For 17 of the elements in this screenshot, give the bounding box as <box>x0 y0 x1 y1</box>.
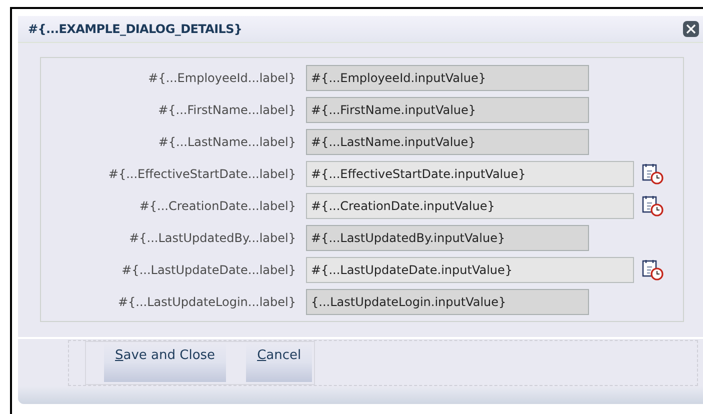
calendar-clock-icon[interactable] <box>642 258 664 280</box>
input-field[interactable]: #{...LastUpdateDate.inputValue} <box>306 256 634 282</box>
field-label: #{...LastUpdateDate...label} <box>120 262 297 278</box>
field-label: #{...LastUpdatedBy...label} <box>128 230 297 246</box>
close-icon <box>686 24 696 34</box>
calendar-clock-icon[interactable] <box>642 194 664 216</box>
input-field[interactable]: #{...CreationDate.inputValue} <box>306 192 634 218</box>
field-label: #{...EffectiveStartDate...label} <box>107 166 297 182</box>
field-label: #{...LastName...label} <box>157 134 297 150</box>
input-field[interactable]: #{...EffectiveStartDate.inputValue} <box>306 160 634 186</box>
close-button[interactable] <box>683 21 699 37</box>
field-label: #{...EmployeeId...label} <box>147 70 297 86</box>
calendar-clock-icon[interactable] <box>642 162 664 184</box>
dialog-title: #{...EXAMPLE_DIALOG_DETAILS} <box>28 21 242 38</box>
field-label: #{...CreationDate...label} <box>138 198 297 214</box>
field-label: #{...LastUpdateLogin...label} <box>116 294 297 310</box>
field-label: #{...FirstName...label} <box>157 102 297 118</box>
